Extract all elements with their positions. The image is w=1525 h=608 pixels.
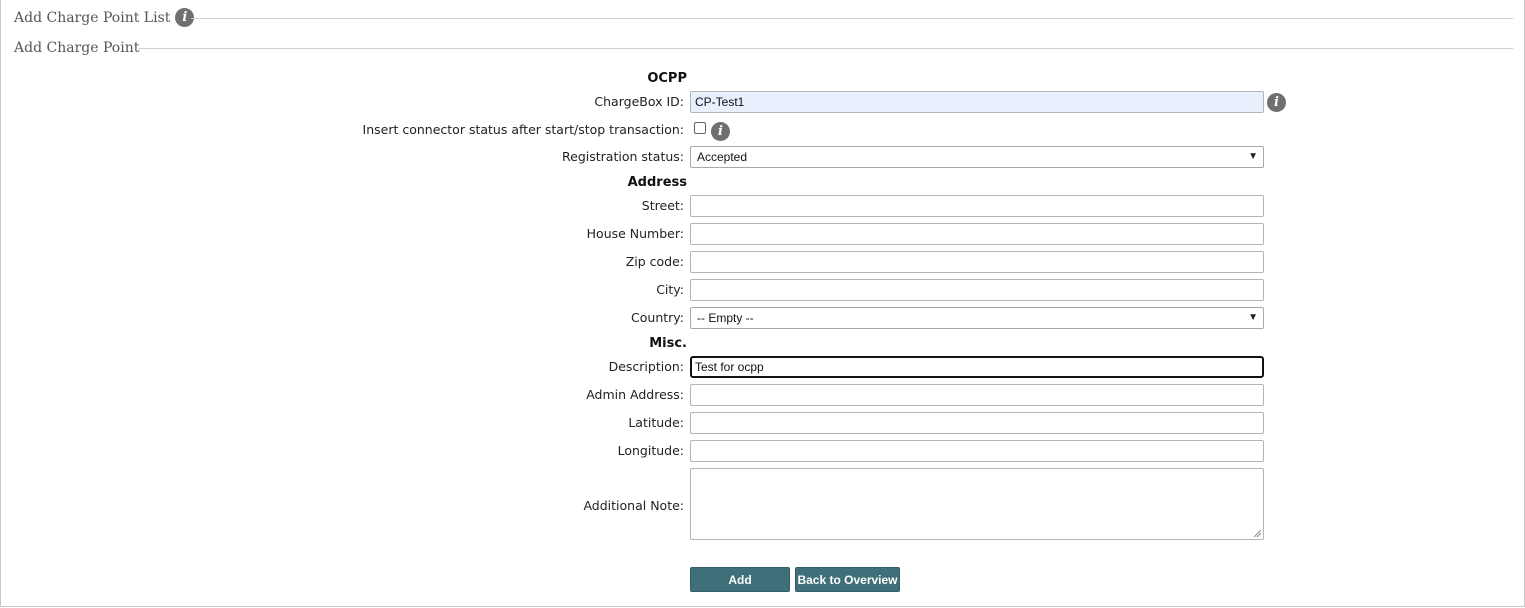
group-ocpp: OCPP: [0, 69, 1525, 91]
country-value: -- Empty --: [697, 311, 754, 325]
chevron-down-icon: ▼: [1248, 151, 1258, 162]
latitude-input[interactable]: [690, 412, 1264, 434]
insert-connector-row: Insert connector status after start/stop…: [0, 119, 1525, 141]
chevron-down-icon: ▼: [1248, 312, 1258, 323]
longitude-row: Longitude:: [0, 440, 1525, 462]
zip-code-label: Zip code:: [625, 254, 684, 269]
info-icon[interactable]: i: [1267, 93, 1286, 112]
registration-status-value: Accepted: [697, 150, 748, 164]
resize-handle-icon[interactable]: [1253, 529, 1261, 537]
add-button[interactable]: Add: [690, 567, 790, 592]
latitude-row: Latitude:: [0, 412, 1525, 434]
admin-address-row: Admin Address:: [0, 384, 1525, 406]
street-label: Street:: [641, 198, 684, 213]
country-row: Country: -- Empty -- ▼: [0, 307, 1525, 329]
registration-status-select[interactable]: Accepted ▼: [690, 146, 1264, 168]
group-misc: Misc.: [0, 334, 1525, 356]
registration-status-row: Registration status: Accepted ▼: [0, 146, 1525, 168]
description-row: Description: Test for ocpp: [0, 356, 1525, 378]
house-number-row: House Number:: [0, 223, 1525, 245]
chargebox-id-row: ChargeBox ID: CP-Test1 i: [0, 91, 1525, 113]
house-number-input[interactable]: [690, 223, 1264, 245]
registration-status-label: Registration status:: [562, 149, 684, 164]
chargebox-id-label: ChargeBox ID:: [594, 94, 684, 109]
country-select[interactable]: -- Empty -- ▼: [690, 307, 1264, 329]
chargebox-id-input[interactable]: CP-Test1: [690, 91, 1264, 113]
section-divider: [191, 18, 1513, 19]
additional-note-textarea[interactable]: [690, 468, 1264, 540]
info-icon[interactable]: i: [711, 122, 730, 141]
city-row: City:: [0, 279, 1525, 301]
admin-address-input[interactable]: [690, 384, 1264, 406]
group-title-misc: Misc.: [649, 336, 687, 351]
section-title-list: Add Charge Point List: [14, 9, 171, 26]
insert-connector-label: Insert connector status after start/stop…: [362, 122, 684, 137]
city-input[interactable]: [690, 279, 1264, 301]
section-title-single: Add Charge Point: [14, 40, 140, 56]
zip-code-input[interactable]: [690, 251, 1264, 273]
description-input[interactable]: Test for ocpp: [690, 356, 1264, 378]
section-header-single: Add Charge Point: [14, 40, 139, 56]
back-to-overview-button[interactable]: Back to Overview: [795, 567, 900, 592]
group-title-address: Address: [627, 175, 687, 190]
street-row: Street:: [0, 195, 1525, 217]
country-label: Country:: [631, 310, 684, 325]
longitude-label: Longitude:: [617, 443, 684, 458]
house-number-label: House Number:: [586, 226, 684, 241]
longitude-input[interactable]: [690, 440, 1264, 462]
description-label: Description:: [608, 359, 684, 374]
admin-address-label: Admin Address:: [586, 387, 684, 402]
group-address: Address: [0, 173, 1525, 195]
insert-connector-checkbox[interactable]: [694, 122, 706, 134]
latitude-label: Latitude:: [628, 415, 684, 430]
section-header-list: Add Charge Point List i: [14, 8, 195, 27]
section-divider: [139, 48, 1513, 49]
additional-note-label: Additional Note:: [583, 498, 684, 513]
group-title-ocpp: OCPP: [647, 71, 687, 86]
street-input[interactable]: [690, 195, 1264, 217]
zip-code-row: Zip code:: [0, 251, 1525, 273]
city-label: City:: [656, 282, 684, 297]
